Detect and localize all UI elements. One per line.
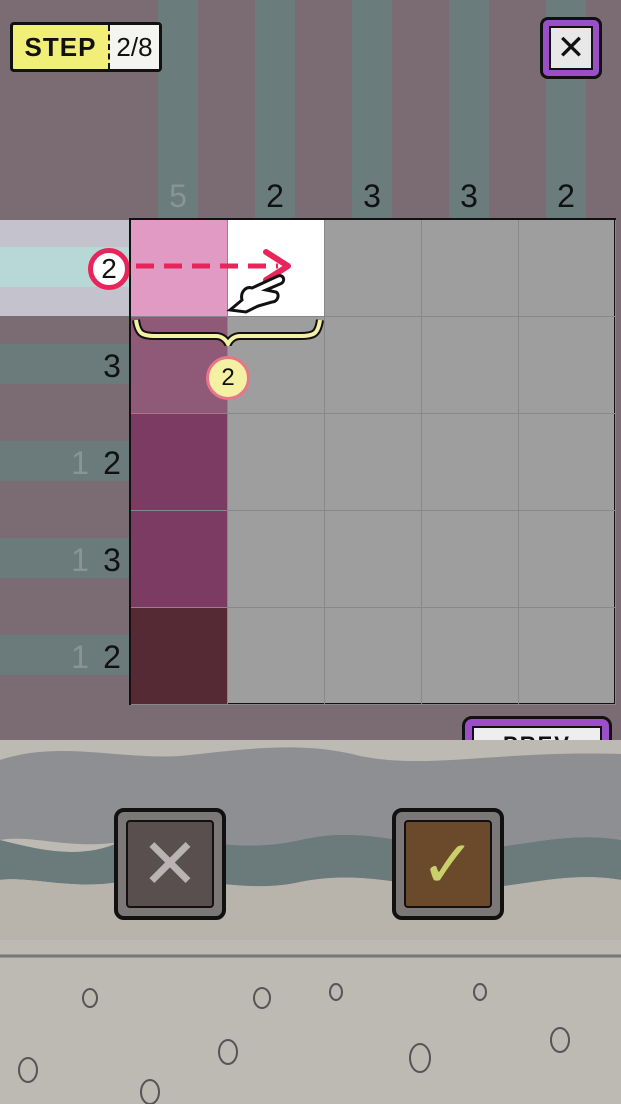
grid-cell-r4-c3[interactable] (325, 511, 422, 608)
cross-icon: ✕ (126, 820, 214, 908)
grid-cell-r5-c3[interactable] (325, 608, 422, 705)
row-clue-1-highlighted: 2 (88, 248, 130, 290)
grid-cell-r1-c5[interactable] (519, 220, 616, 317)
close-icon: ✕ (549, 26, 593, 70)
grid-cell-r4-c4[interactable] (422, 511, 519, 608)
grid-cell-r3-c3[interactable] (325, 414, 422, 511)
grid-cell-r5-c5[interactable] (519, 608, 616, 705)
grid-cell-r3-c4[interactable] (422, 414, 519, 511)
bracket-count-badge: 2 (206, 356, 250, 400)
column-clue-4: 3 (460, 178, 478, 214)
column-clue-1: 5 (169, 178, 187, 214)
scenery-decoration (0, 747, 621, 1104)
close-button[interactable]: ✕ (540, 17, 602, 79)
row-clue-2: 3 (103, 348, 121, 384)
cross-button[interactable]: ✕ (114, 808, 226, 920)
grid-cell-r2-c3[interactable] (325, 317, 422, 414)
pointing-hand-icon (226, 274, 286, 314)
column-clue-3: 3 (363, 178, 381, 214)
step-label: STEP (24, 32, 97, 62)
row-clue-4: 3 (103, 542, 121, 578)
step-badge: STEP 2/8 (10, 22, 162, 72)
column-clue-5: 2 (557, 178, 575, 214)
grid-cell-r1-c4[interactable] (422, 220, 519, 317)
check-button[interactable]: ✓ (392, 808, 504, 920)
column-clue-2: 2 (266, 178, 284, 214)
grid-cell-r5-c2[interactable] (228, 608, 325, 705)
row-clue-4-first: 1 (71, 542, 89, 578)
grid-cell-r3-c5[interactable] (519, 414, 616, 511)
grid-cell-r5-c4[interactable] (422, 608, 519, 705)
grid-cell-r4-c1[interactable] (131, 511, 228, 608)
check-icon: ✓ (404, 820, 492, 908)
grid-cell-r1-c3[interactable] (325, 220, 422, 317)
step-counter: 2/8 (110, 25, 159, 69)
row-clue-3: 2 (103, 445, 121, 481)
grid-cell-r4-c5[interactable] (519, 511, 616, 608)
row-clue-5-first: 1 (71, 639, 89, 675)
grid-cell-r3-c2[interactable] (228, 414, 325, 511)
row-clue-3-first: 1 (71, 445, 89, 481)
grid-cell-r2-c4[interactable] (422, 317, 519, 414)
bracket-icon (132, 319, 324, 346)
row-clue-5: 2 (103, 639, 121, 675)
grid-cell-r5-c1[interactable] (131, 608, 228, 705)
puzzle-grid (129, 218, 616, 705)
grid-cell-r4-c2[interactable] (228, 511, 325, 608)
grid-cell-r2-c5[interactable] (519, 317, 616, 414)
grid-cell-r3-c1[interactable] (131, 414, 228, 511)
